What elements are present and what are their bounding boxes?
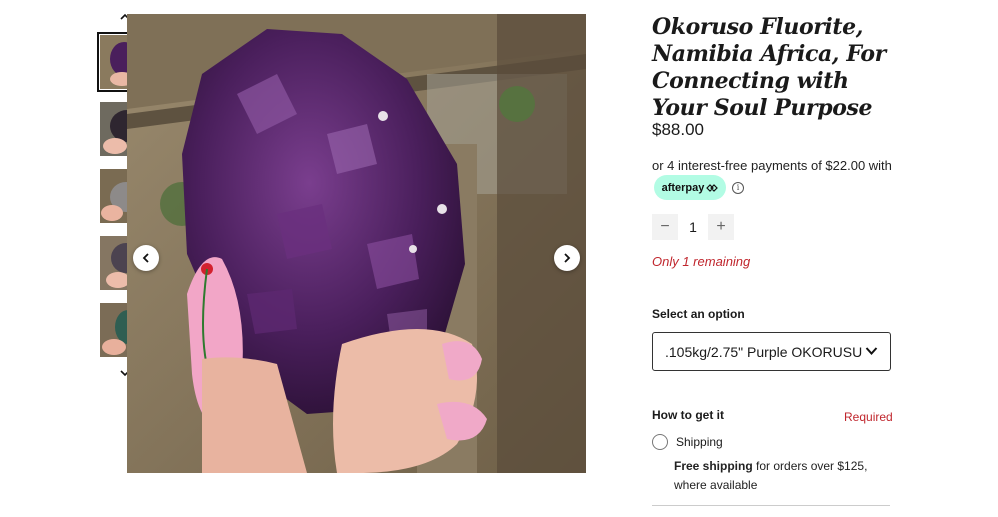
shipping-option[interactable]: Shipping: [652, 434, 723, 450]
afterpay-logo-icon: [706, 183, 719, 192]
decrease-quantity-button[interactable]: −: [652, 214, 678, 240]
shipping-radio[interactable]: [652, 434, 668, 450]
fulfillment-heading: How to get it: [652, 408, 724, 422]
previous-image-button[interactable]: [133, 245, 159, 271]
quantity-stepper: − 1 +: [652, 214, 734, 240]
option-label: Select an option: [652, 307, 745, 321]
required-label: Required: [844, 410, 893, 424]
product-title: Okoruso Fluorite, Namibia Africa, For Co…: [652, 14, 886, 121]
installments-text: or 4 interest-free payments of $22.00 wi…: [652, 158, 892, 173]
chevron-right-icon: [564, 253, 571, 263]
product-info: Okoruso Fluorite, Namibia Africa, For Co…: [652, 14, 892, 140]
option-selected-value: .105kg/2.75" Purple OKORUSU ...: [665, 343, 865, 360]
main-product-image: [127, 14, 586, 473]
fluorite-crystal-photo: [127, 14, 586, 473]
option-select[interactable]: .105kg/2.75" Purple OKORUSU ...: [652, 332, 891, 371]
afterpay-row: afterpay i: [654, 175, 744, 200]
plus-icon: +: [716, 218, 726, 235]
chevron-down-icon: [865, 347, 878, 355]
free-shipping-note: Free shipping for orders over $125, wher…: [674, 457, 894, 495]
stock-note: Only 1 remaining: [652, 254, 751, 269]
chevron-left-icon: [142, 253, 149, 263]
divider: [652, 505, 890, 506]
product-price: $88.00: [652, 120, 704, 139]
next-image-button[interactable]: [554, 245, 580, 271]
afterpay-label: afterpay: [661, 181, 705, 194]
afterpay-badge[interactable]: afterpay: [654, 175, 726, 200]
increase-quantity-button[interactable]: +: [708, 214, 734, 240]
info-icon[interactable]: i: [732, 181, 744, 194]
minus-icon: −: [660, 218, 670, 235]
shipping-label: Shipping: [676, 435, 723, 449]
quantity-value[interactable]: 1: [678, 219, 708, 235]
free-shipping-bold: Free shipping: [674, 459, 753, 473]
